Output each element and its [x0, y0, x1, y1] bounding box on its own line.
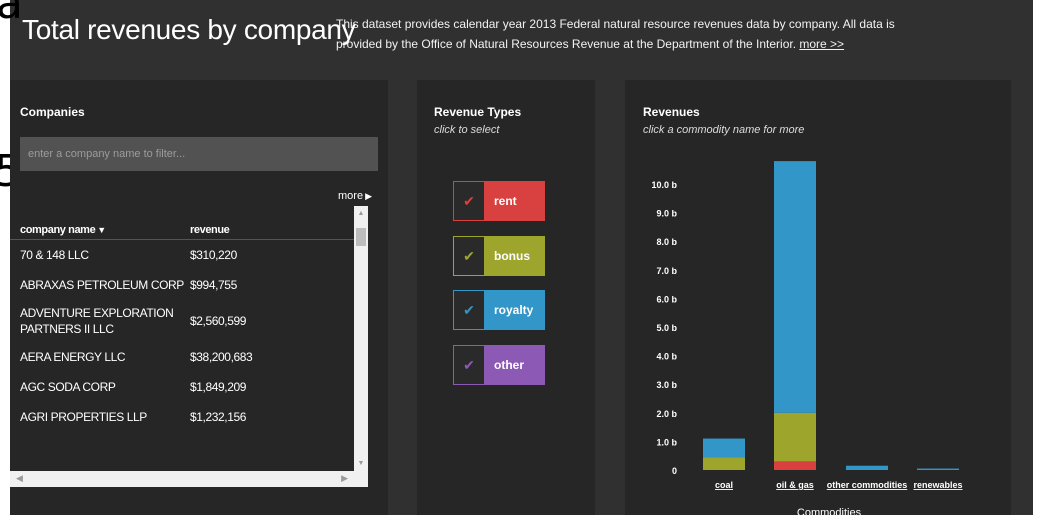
revenue-types-title: Revenue Types: [434, 105, 522, 119]
more-companies-button[interactable]: more ▶: [338, 190, 372, 202]
revenues-panel: Revenues click a commodity name for more…: [625, 80, 1011, 515]
bar-segment-royalty[interactable]: [917, 468, 959, 470]
scroll-right-icon[interactable]: ▶: [341, 473, 348, 484]
y-tick-label: 4.0 b: [656, 352, 677, 362]
revenue-type-rent-toggle[interactable]: ✔ rent: [453, 181, 545, 221]
bar-segment-bonus[interactable]: [703, 457, 745, 470]
table-row[interactable]: AGRI PROPERTIES LLP $1,232,156: [10, 402, 368, 432]
vertical-scrollbar[interactable]: ▲ ▼: [354, 206, 368, 471]
companies-table-container: company name ▼ revenue 70 & 148 LLC $310,2…: [10, 206, 368, 471]
checkmark-icon: ✔: [454, 346, 484, 384]
revenue-cell: $2,560,599: [190, 314, 247, 328]
y-tick-label: 0: [672, 466, 677, 476]
scroll-left-icon[interactable]: ◀: [16, 473, 23, 484]
company-name-cell: ABRAXAS PETROLEUM CORP: [20, 278, 184, 292]
scroll-up-icon[interactable]: ▲: [354, 210, 368, 217]
y-tick-label: 7.0 b: [656, 266, 677, 276]
y-tick-label: 6.0 b: [656, 294, 677, 304]
company-name-cell: AGC SODA CORP: [20, 380, 116, 394]
revenue-cell: $38,200,683: [190, 350, 253, 364]
y-tick-label: 1.0 b: [656, 437, 677, 447]
more-label: more: [338, 190, 364, 202]
companies-panel: Companies more▶ company name▼ revenue 70…: [10, 80, 388, 515]
table-row[interactable]: ABRAXAS PETROLEUM CORP $994,755: [10, 270, 368, 300]
bar-segment-royalty[interactable]: [846, 465, 888, 470]
y-tick-label: 3.0 b: [656, 380, 677, 390]
column-header-company-name[interactable]: company name ▼: [10, 206, 186, 240]
bar-segment-royalty[interactable]: [774, 161, 816, 413]
y-tick-label: 2.0 b: [656, 409, 677, 419]
edge-glyph-top: a: [0, 0, 23, 29]
revenue-cell: $994,755: [190, 278, 237, 292]
scroll-down-icon[interactable]: ▼: [354, 460, 368, 467]
y-tick-label: 10.0 b: [651, 180, 677, 190]
x-tick-label[interactable]: coal: [715, 480, 733, 490]
revenue-cell: $310,220: [190, 248, 237, 262]
checkmark-icon: ✔: [454, 237, 484, 275]
x-tick-label[interactable]: oil & gas: [776, 480, 814, 490]
checkmark-icon: ✔: [454, 291, 484, 329]
revenue-type-label: rent: [484, 182, 544, 220]
revenue-type-label: other: [484, 346, 544, 384]
table-row[interactable]: 70 & 148 LLC $310,220: [10, 240, 368, 271]
bar-segment-rent[interactable]: [774, 461, 816, 470]
revenue-cell: $1,232,156: [190, 410, 247, 424]
dataset-description: This dataset provides calendar year 2013…: [336, 14, 936, 54]
revenue-types-subtitle: click to select: [434, 124, 500, 136]
x-tick-label[interactable]: other commodities: [827, 480, 908, 490]
table-row[interactable]: AERA ENERGY LLC $38,200,683: [10, 342, 368, 372]
revenue-cell: $1,849,209: [190, 380, 247, 394]
companies-title: Companies: [20, 105, 85, 119]
y-tick-label: 5.0 b: [656, 323, 677, 333]
companies-table: company name ▼ revenue 70 & 148 LLC $310,2…: [10, 206, 368, 432]
triangle-right-icon: ▶: [365, 191, 372, 201]
revenue-type-label: bonus: [484, 237, 544, 275]
revenue-type-other-toggle[interactable]: ✔ other: [453, 345, 545, 385]
company-name-cell: ADVENTURE EXPLORATION PARTNERS II LLC: [20, 306, 174, 336]
revenue-types-panel: Revenue Types click to select ✔ rent ✔ b…: [417, 80, 595, 515]
bar-segment-royalty[interactable]: [703, 438, 745, 458]
company-name-cell: AERA ENERGY LLC: [20, 350, 126, 364]
column-label: company name: [20, 224, 96, 236]
revenue-type-royalty-toggle[interactable]: ✔ royalty: [453, 290, 545, 330]
scrollbar-thumb[interactable]: [356, 228, 366, 246]
y-tick-label: 8.0 b: [656, 237, 677, 247]
company-name-cell: AGRI PROPERTIES LLP: [20, 410, 147, 424]
y-tick-label: 9.0 b: [656, 209, 677, 219]
company-name-cell: 70 & 148 LLC: [20, 248, 89, 262]
x-axis-label: Commodities: [797, 507, 862, 515]
company-filter-input[interactable]: [20, 137, 378, 171]
revenue-type-label: royalty: [484, 291, 544, 329]
table-row[interactable]: AGC SODA CORP $1,849,209: [10, 372, 368, 402]
page-title: Total revenues by company: [22, 14, 356, 45]
chevron-down-icon: ▼: [97, 225, 106, 235]
column-header-revenue[interactable]: revenue: [186, 206, 368, 240]
more-info-link[interactable]: more >>: [799, 37, 844, 51]
horizontal-scrollbar[interactable]: ◀ ▶: [10, 471, 368, 487]
table-row[interactable]: ADVENTURE EXPLORATION PARTNERS II LLC $2,…: [10, 300, 368, 342]
revenues-chart: 0 1.0 b 2.0 b 3.0 b 4.0 b 5.0 b 6.0 b 7.0 b 8.0 …: [651, 161, 963, 515]
checkmark-icon: ✔: [454, 182, 484, 220]
x-tick-label[interactable]: renewables: [913, 480, 962, 490]
revenue-type-bonus-toggle[interactable]: ✔ bonus: [453, 236, 545, 276]
bar-segment-bonus[interactable]: [774, 412, 816, 462]
